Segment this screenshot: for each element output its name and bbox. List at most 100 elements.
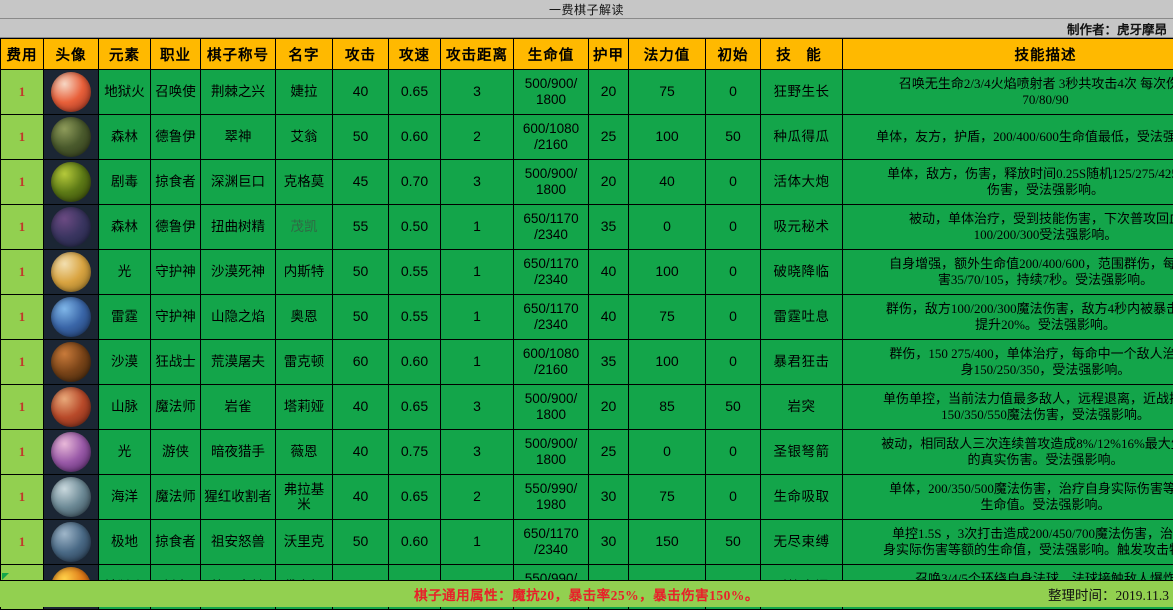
cell-cost[interactable]: 1	[1, 205, 44, 250]
cell-avatar[interactable]	[44, 205, 99, 250]
cell-name[interactable]: 雷克顿	[276, 340, 333, 385]
cell-aspd[interactable]: 0.60	[389, 340, 441, 385]
cell-desc[interactable]: 群伤，150 275/400，单体治疗，每命中一个敌人治疗自身150/250/3…	[843, 340, 1173, 385]
cell-name[interactable]: 弗拉基米	[276, 475, 333, 520]
cell-desc[interactable]: 群伤，敌方100/200/300魔法伤害，敌方4秒内被暴击几率提升20%。受法强…	[843, 295, 1173, 340]
cell-element[interactable]: 山脉	[99, 385, 151, 430]
cell-skill[interactable]: 岩突	[761, 385, 843, 430]
cell-name[interactable]: 奥恩	[276, 295, 333, 340]
cell-atk[interactable]: 45	[333, 160, 389, 205]
table-row[interactable]: 1沙漠狂战士荒漠屠夫雷克顿600.601600/1080/2160351000暴…	[1, 340, 1173, 385]
cell-armor[interactable]: 20	[589, 160, 629, 205]
column-header-hp[interactable]: 生命值	[514, 39, 589, 70]
table-row[interactable]: 1剧毒掠食者深渊巨口克格莫450.703500/900/180020400活体大…	[1, 160, 1173, 205]
cell-title[interactable]: 荆棘之兴	[201, 70, 276, 115]
cell-atk[interactable]: 50	[333, 295, 389, 340]
cell-hp[interactable]: 650/1170/2340	[514, 520, 589, 565]
cell-job[interactable]: 守护神	[151, 295, 201, 340]
cell-element[interactable]: 极地	[99, 520, 151, 565]
cell-cost[interactable]: 1	[1, 385, 44, 430]
cell-name[interactable]: 内斯特	[276, 250, 333, 295]
cell-armor[interactable]: 20	[589, 385, 629, 430]
column-header-element[interactable]: 元素	[99, 39, 151, 70]
cell-element[interactable]: 光	[99, 430, 151, 475]
cell-atk[interactable]: 50	[333, 115, 389, 160]
cell-range[interactable]: 1	[441, 520, 514, 565]
column-header-desc[interactable]: 技能描述	[843, 39, 1173, 70]
cell-init[interactable]: 50	[706, 385, 761, 430]
column-header-atk[interactable]: 攻击	[333, 39, 389, 70]
cell-cost[interactable]: 1	[1, 70, 44, 115]
cell-avatar[interactable]	[44, 340, 99, 385]
cell-atk[interactable]: 50	[333, 250, 389, 295]
cell-aspd[interactable]: 0.50	[389, 205, 441, 250]
cell-title[interactable]: 深渊巨口	[201, 160, 276, 205]
cell-hp[interactable]: 500/900/1800	[514, 385, 589, 430]
cell-aspd[interactable]: 0.55	[389, 250, 441, 295]
cell-avatar[interactable]	[44, 115, 99, 160]
cell-name[interactable]: 茂凯	[276, 205, 333, 250]
cell-range[interactable]: 3	[441, 70, 514, 115]
cell-avatar[interactable]	[44, 520, 99, 565]
cell-aspd[interactable]: 0.60	[389, 115, 441, 160]
column-header-cost[interactable]: 费用	[1, 39, 44, 70]
cell-element[interactable]: 雷霆	[99, 295, 151, 340]
cell-title[interactable]: 沙漠死神	[201, 250, 276, 295]
cell-mana[interactable]: 40	[629, 160, 706, 205]
cell-mana[interactable]: 85	[629, 385, 706, 430]
cell-desc[interactable]: 单体，200/350/500魔法伤害，治疗自身实际伤害等额的生命值。受法强影响。	[843, 475, 1173, 520]
cell-hp[interactable]: 650/1170/2340	[514, 250, 589, 295]
cell-title[interactable]: 扭曲树精	[201, 205, 276, 250]
cell-mana[interactable]: 150	[629, 520, 706, 565]
cell-avatar[interactable]	[44, 295, 99, 340]
cell-atk[interactable]: 55	[333, 205, 389, 250]
cell-element[interactable]: 沙漠	[99, 340, 151, 385]
table-row[interactable]: 1雷霆守护神山隐之焰奥恩500.551650/1170/234040750雷霆吐…	[1, 295, 1173, 340]
cell-job[interactable]: 魔法师	[151, 475, 201, 520]
cell-cost[interactable]: 1	[1, 295, 44, 340]
cell-mana[interactable]: 0	[629, 430, 706, 475]
cell-init[interactable]: 50	[706, 520, 761, 565]
column-header-mana[interactable]: 法力值	[629, 39, 706, 70]
cell-title[interactable]: 岩雀	[201, 385, 276, 430]
cell-element[interactable]: 森林	[99, 205, 151, 250]
cell-desc[interactable]: 自身增强，额外生命值200/400/600，范围群伤，每秒伤害35/70/105…	[843, 250, 1173, 295]
cell-armor[interactable]: 35	[589, 340, 629, 385]
cell-mana[interactable]: 75	[629, 475, 706, 520]
cell-range[interactable]: 1	[441, 250, 514, 295]
cell-armor[interactable]: 25	[589, 115, 629, 160]
cell-title[interactable]: 猩红收割者	[201, 475, 276, 520]
cell-job[interactable]: 德鲁伊	[151, 115, 201, 160]
cell-hp[interactable]: 500/900/1800	[514, 160, 589, 205]
cell-cost[interactable]: 1	[1, 475, 44, 520]
cell-mana[interactable]: 75	[629, 295, 706, 340]
cell-name[interactable]: 婕拉	[276, 70, 333, 115]
cell-desc[interactable]: 单体，敌方，伤害，释放时间0.25S随机125/275/425魔法伤害，受法强影…	[843, 160, 1173, 205]
cell-init[interactable]: 50	[706, 115, 761, 160]
cell-desc[interactable]: 单伤单控，当前法力值最多敌人，远程退离，近战拉近。150/350/550魔法伤害…	[843, 385, 1173, 430]
column-header-aspd[interactable]: 攻速	[389, 39, 441, 70]
cell-title[interactable]: 暗夜猎手	[201, 430, 276, 475]
cell-init[interactable]: 0	[706, 70, 761, 115]
cell-armor[interactable]: 40	[589, 250, 629, 295]
column-header-range[interactable]: 攻击距离	[441, 39, 514, 70]
cell-name[interactable]: 塔莉娅	[276, 385, 333, 430]
cell-mana[interactable]: 0	[629, 205, 706, 250]
cell-avatar[interactable]	[44, 385, 99, 430]
cell-element[interactable]: 森林	[99, 115, 151, 160]
cell-avatar[interactable]	[44, 70, 99, 115]
cell-job[interactable]: 魔法师	[151, 385, 201, 430]
cell-aspd[interactable]: 0.65	[389, 475, 441, 520]
cell-hp[interactable]: 500/900/1800	[514, 70, 589, 115]
cell-armor[interactable]: 40	[589, 295, 629, 340]
cell-aspd[interactable]: 0.65	[389, 70, 441, 115]
column-header-avatar[interactable]: 头像	[44, 39, 99, 70]
cell-skill[interactable]: 狂野生长	[761, 70, 843, 115]
table-row[interactable]: 1光游侠暗夜猎手薇恩400.753500/900/18002500圣银弩箭被动，…	[1, 430, 1173, 475]
cell-atk[interactable]: 50	[333, 520, 389, 565]
cell-skill[interactable]: 无尽束缚	[761, 520, 843, 565]
cell-aspd[interactable]: 0.60	[389, 520, 441, 565]
cell-range[interactable]: 1	[441, 340, 514, 385]
cell-cost[interactable]: 1	[1, 520, 44, 565]
cell-name[interactable]: 克格莫	[276, 160, 333, 205]
